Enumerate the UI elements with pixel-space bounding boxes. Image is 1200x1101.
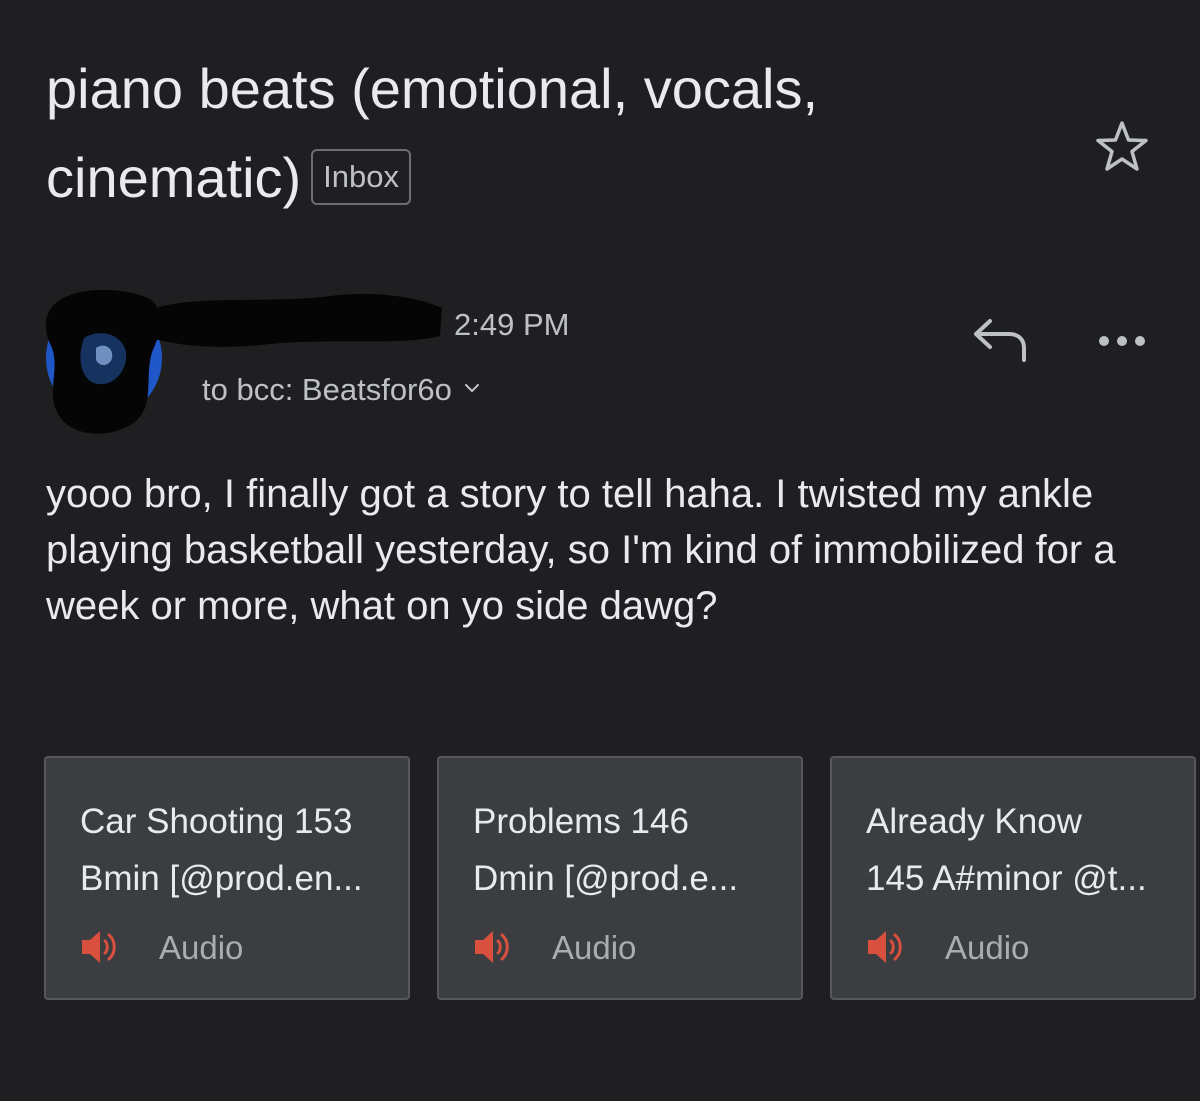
- attachment-filename-line-2: Dmin [@prod.e...: [473, 859, 739, 898]
- attachment-filename-line-1: Problems 146: [473, 802, 689, 841]
- email-subject: piano beats (emotional, vocals, cinemati…: [46, 44, 1026, 222]
- attachment-list: Car Shooting 153 Bmin [@prod.en... Audio…: [44, 756, 1200, 1004]
- attachment-type: Audio: [159, 929, 244, 966]
- avatar[interactable]: [44, 290, 164, 435]
- attachment-card[interactable]: Problems 146 Dmin [@prod.e... Audio: [437, 756, 803, 1000]
- attachment-card[interactable]: Car Shooting 153 Bmin [@prod.en... Audio: [44, 756, 410, 1000]
- inbox-label-chip[interactable]: Inbox: [311, 149, 412, 205]
- attachment-filename-line-1: Car Shooting 153: [80, 802, 353, 841]
- redacted-sender-name: [150, 293, 442, 347]
- attachment-filename: Already Know 145 A#minor @t...: [866, 793, 1176, 907]
- attachment-type: Audio: [945, 929, 1030, 966]
- attachment-filename: Car Shooting 153 Bmin [@prod.en...: [80, 793, 390, 907]
- attachment-filename-line-2: Bmin [@prod.en...: [80, 859, 363, 898]
- recipient-details-toggle[interactable]: to bcc: Beatsfor6o: [202, 369, 480, 411]
- chevron-down-icon: [464, 384, 479, 392]
- reply-icon[interactable]: [966, 316, 1030, 368]
- attachment-filename: Problems 146 Dmin [@prod.e...: [473, 793, 783, 907]
- star-icon[interactable]: [1092, 118, 1152, 178]
- speaker-icon: [475, 931, 509, 963]
- attachment-filename-line-1: Already Know: [866, 802, 1082, 841]
- recipient-text: to bcc: Beatsfor6o: [202, 372, 452, 407]
- speaker-icon: [82, 931, 116, 963]
- attachment-card[interactable]: Already Know 145 A#minor @t... Audio: [830, 756, 1196, 1000]
- subject-text: piano beats (emotional, vocals, cinemati…: [46, 57, 818, 209]
- message-body: yooo bro, I finally got a story to tell …: [46, 472, 1116, 628]
- attachment-type: Audio: [552, 929, 637, 966]
- message-timestamp: 2:49 PM: [454, 307, 570, 342]
- more-options-icon[interactable]: [1090, 320, 1154, 360]
- attachment-filename-line-2: 145 A#minor @t...: [866, 859, 1147, 898]
- speaker-icon: [868, 931, 902, 963]
